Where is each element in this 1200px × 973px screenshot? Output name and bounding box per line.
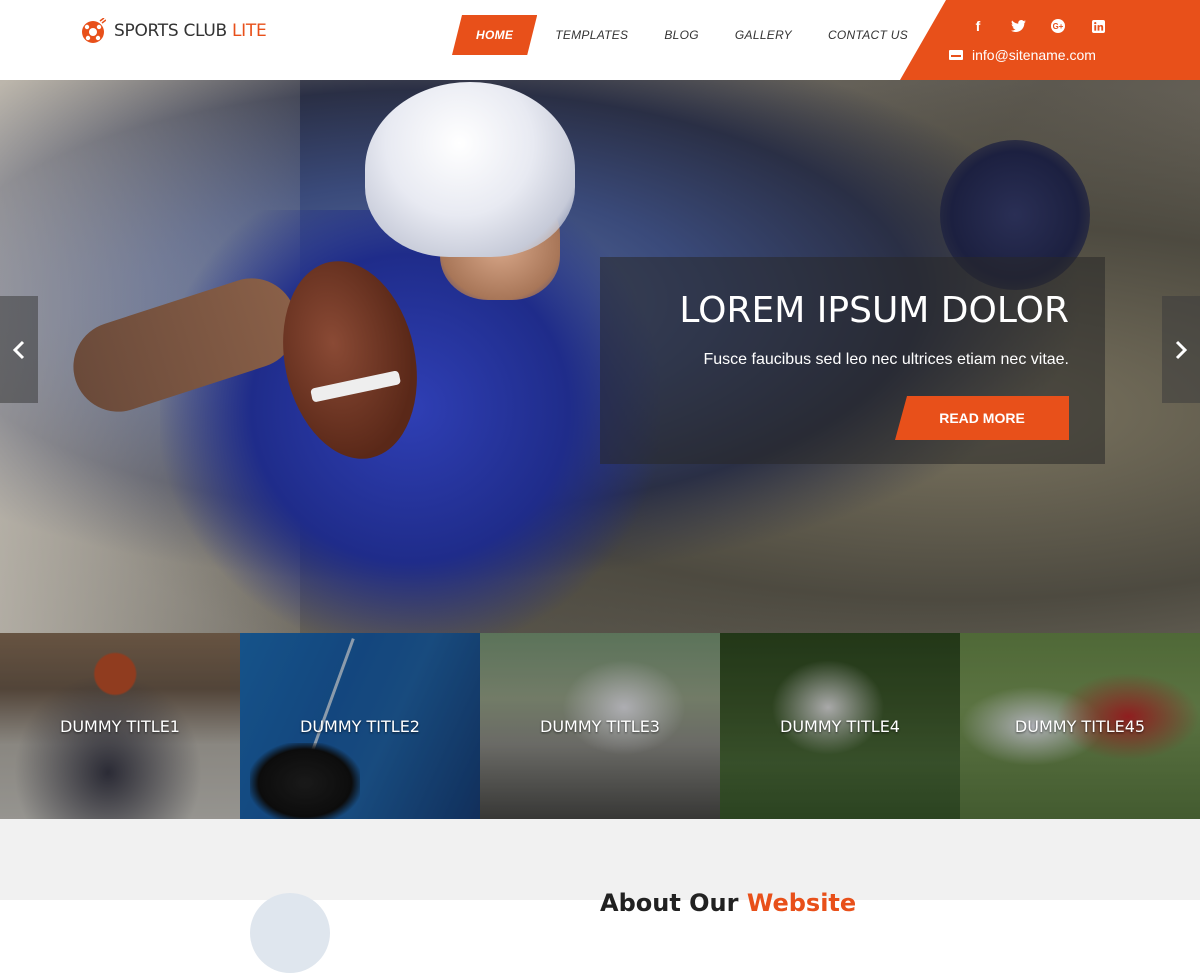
- nav-home[interactable]: HOME: [452, 15, 537, 55]
- envelope-icon: [949, 50, 963, 60]
- read-more-button[interactable]: READ MORE: [895, 396, 1069, 440]
- slide-title: LOREM IPSUM DOLOR: [679, 290, 1069, 331]
- nav-blog[interactable]: BLOG: [646, 15, 717, 55]
- google-plus-icon[interactable]: G+: [1038, 16, 1078, 36]
- hero-player-helmet: [365, 82, 575, 257]
- nav-gallery[interactable]: GALLERY: [717, 15, 810, 55]
- about-section: About Our Website: [0, 819, 1200, 973]
- logo-text: SPORTS CLUB LITE: [114, 21, 267, 41]
- about-image: [250, 893, 330, 973]
- about-heading: About Our Website: [600, 889, 856, 917]
- main-nav: HOME TEMPLATES BLOG GALLERY CONTACT US: [452, 15, 926, 55]
- hero-player-jersey: [160, 210, 660, 633]
- tile-title: DUMMY TITLE2: [300, 717, 420, 736]
- email-text: info@sitename.com: [972, 47, 1096, 63]
- facebook-icon[interactable]: f: [958, 16, 998, 36]
- site-logo[interactable]: SPORTS CLUB LITE: [80, 17, 267, 44]
- category-tile-soccer[interactable]: DUMMY TITLE45: [960, 633, 1200, 819]
- social-links: f G+: [958, 16, 1118, 36]
- svg-text:G+: G+: [1053, 22, 1064, 31]
- tile-title: DUMMY TITLE1: [60, 717, 180, 736]
- slide-subtitle: Fusce faucibus sed leo nec ultrices etia…: [703, 351, 1069, 368]
- site-header: SPORTS CLUB LITE HOME TEMPLATES BLOG GAL…: [0, 0, 1200, 80]
- logo-accent: LITE: [232, 21, 267, 41]
- tile-title: DUMMY TITLE45: [1014, 717, 1146, 736]
- category-tile-table-tennis[interactable]: DUMMY TITLE2: [240, 633, 480, 819]
- nav-contact-us[interactable]: CONTACT US: [810, 15, 926, 55]
- soccer-ball-icon: [80, 17, 107, 44]
- category-strip: DUMMY TITLE1 DUMMY TITLE2 DUMMY TITLE3 D…: [0, 633, 1200, 819]
- about-title-part1: About Our: [600, 889, 739, 917]
- category-tile-cycling[interactable]: DUMMY TITLE3: [480, 633, 720, 819]
- linkedin-icon[interactable]: [1078, 16, 1118, 36]
- prev-slide-button[interactable]: [0, 296, 38, 403]
- twitter-icon[interactable]: [998, 16, 1038, 36]
- nav-templates[interactable]: TEMPLATES: [537, 15, 646, 55]
- about-title-part2: Website: [746, 889, 857, 917]
- email-contact[interactable]: info@sitename.com: [949, 47, 1096, 63]
- chevron-left-icon: [12, 340, 25, 359]
- category-tile-basketball[interactable]: DUMMY TITLE1: [0, 633, 240, 819]
- category-tile-cricket[interactable]: DUMMY TITLE4: [720, 633, 960, 819]
- tile-title: DUMMY TITLE3: [540, 717, 660, 736]
- next-slide-button[interactable]: [1162, 296, 1200, 403]
- tile-title: DUMMY TITLE4: [780, 717, 900, 736]
- slide-caption: LOREM IPSUM DOLOR Fusce faucibus sed leo…: [600, 257, 1105, 464]
- chevron-right-icon: [1175, 340, 1188, 359]
- hero-slider: LOREM IPSUM DOLOR Fusce faucibus sed leo…: [0, 80, 1200, 633]
- contact-box: f G+ info@sitename.com: [900, 0, 1200, 80]
- logo-main: SPORTS CLUB: [114, 21, 227, 41]
